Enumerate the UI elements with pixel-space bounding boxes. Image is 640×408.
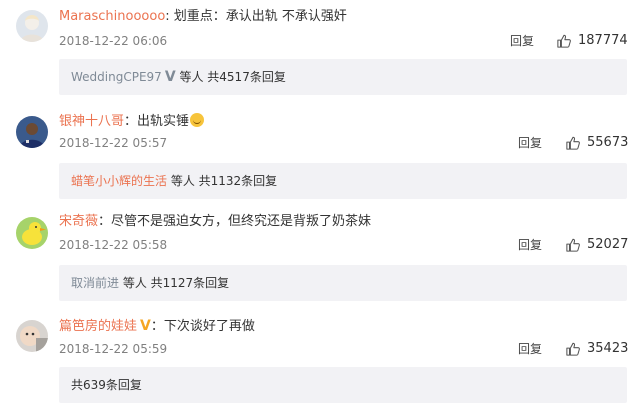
like-count: 52027 (587, 237, 629, 252)
verified-badge: V (140, 318, 151, 334)
sub-reply-user[interactable]: WeddingCPE97 (71, 70, 162, 84)
comment-line: 银神十八哥：出轨实锤 (59, 113, 205, 130)
comment-item: 银神十八哥：出轨实锤 2018-12-22 05:57 回复 55673 蜡笔小… (0, 100, 640, 202)
verified-badge: V (164, 69, 176, 85)
comment-text: 下次谈好了再做 (163, 319, 255, 334)
comment-colon: ： (124, 114, 138, 129)
comment-timestamp: 2018-12-22 05:57 (59, 136, 168, 150)
thumbs-up-icon[interactable] (566, 238, 580, 252)
sub-replies-box[interactable]: 取消前进 等人 共1127条回复 (59, 265, 627, 301)
thumbs-up-icon[interactable] (566, 342, 580, 356)
avatar[interactable] (16, 217, 48, 249)
reply-button[interactable]: 回复 (510, 33, 534, 49)
comment-username[interactable]: Maraschinooooo (59, 9, 165, 24)
comment-timestamp: 2018-12-22 06:06 (59, 34, 168, 48)
comment-username[interactable]: 篇笆房的娃娃 (59, 319, 137, 334)
sub-replies-box[interactable]: 共639条回复 (59, 367, 627, 403)
comment-timestamp: 2018-12-22 05:58 (59, 238, 168, 252)
comment-username[interactable]: 宋奇薇 (59, 214, 98, 229)
sub-reply-count[interactable]: 等人 共4517条回复 (176, 70, 285, 84)
comment-item: 篇笆房的娃娃 V：下次谈好了再做 2018-12-22 05:59 回复 3542… (0, 302, 640, 408)
sub-reply-user[interactable]: 蜡笔小小辉的生活 (71, 174, 167, 188)
avatar[interactable] (16, 10, 48, 42)
comment-item: Maraschinooooo: 划重点：承认出轨 不承认强奸 2018-12-2… (0, 0, 640, 100)
sub-replies-box[interactable]: WeddingCPE97 V 等人 共4517条回复 (59, 59, 627, 95)
comment-line: 宋奇薇：尽管不是强迫女方，但终究还是背叛了奶茶妹 (59, 214, 371, 230)
sub-replies-box[interactable]: 蜡笔小小辉的生活 等人 共1132条回复 (59, 163, 627, 199)
comment-text: 尽管不是强迫女方，但终究还是背叛了奶茶妹 (111, 214, 372, 229)
comment-colon: ： (150, 319, 164, 334)
comment-text: 划重点：承认出轨 不承认强奸 (173, 9, 347, 24)
reply-button[interactable]: 回复 (518, 341, 542, 357)
comment-colon: : (165, 9, 174, 24)
comment-text: 出轨实锤 (137, 114, 190, 129)
avatar[interactable] (16, 116, 48, 148)
sub-reply-count[interactable]: 等人 共1132条回复 (167, 174, 277, 188)
sub-reply-user[interactable]: 取消前进 (71, 276, 119, 290)
emoji-icon (190, 113, 205, 127)
comment-timestamp: 2018-12-22 05:59 (59, 342, 168, 356)
thumbs-up-icon[interactable] (557, 34, 571, 48)
sub-reply-count[interactable]: 等人 共1127条回复 (119, 276, 229, 290)
reply-button[interactable]: 回复 (518, 237, 542, 253)
comment-item: 宋奇薇：尽管不是强迫女方，但终究还是背叛了奶茶妹 2018-12-22 05:5… (0, 202, 640, 302)
comment-line: Maraschinooooo: 划重点：承认出轨 不承认强奸 (59, 9, 347, 25)
like-count: 35423 (587, 341, 629, 356)
avatar[interactable] (16, 320, 48, 352)
like-count: 55673 (587, 135, 629, 150)
comment-line: 篇笆房的娃娃 V：下次谈好了再做 (59, 318, 255, 335)
reply-button[interactable]: 回复 (518, 135, 542, 151)
sub-reply-count[interactable]: 共639条回复 (71, 378, 142, 392)
thumbs-up-icon[interactable] (566, 136, 580, 150)
like-count: 187774 (578, 33, 628, 48)
comment-colon: ： (98, 214, 112, 229)
comment-username[interactable]: 银神十八哥 (59, 114, 124, 129)
